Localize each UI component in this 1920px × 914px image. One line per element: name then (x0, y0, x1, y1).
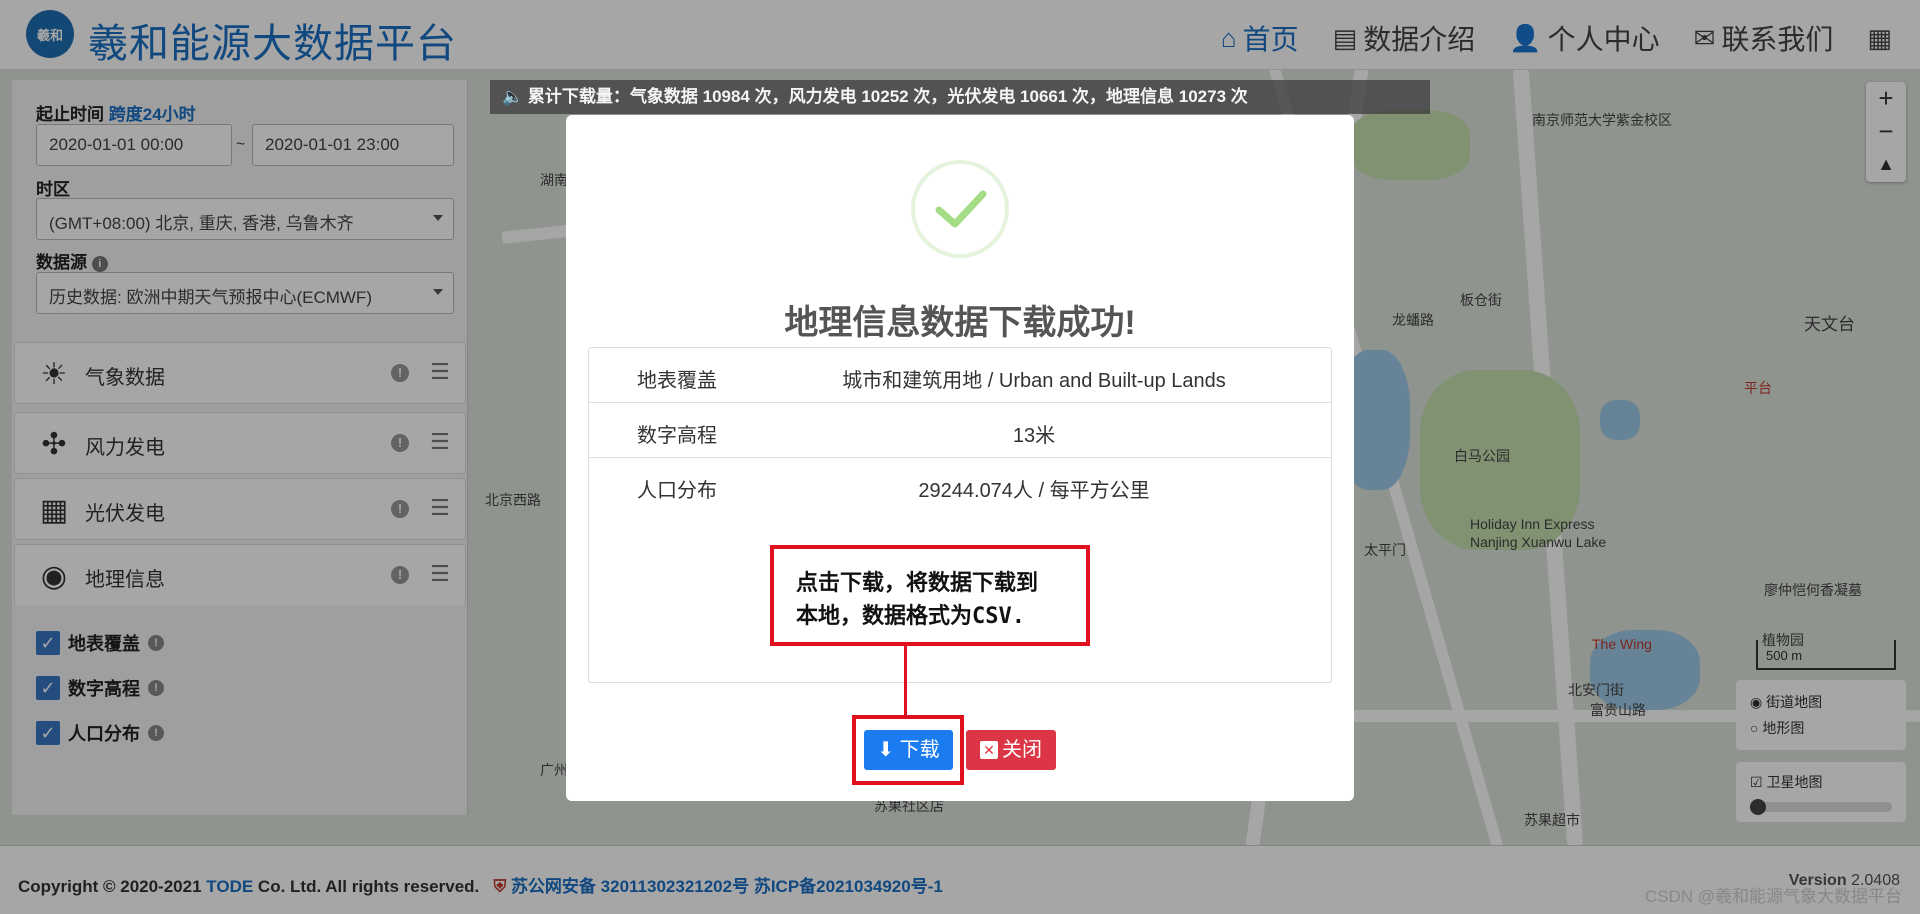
annotation-callout: 点击下载，将数据下载到 本地，数据格式为CSV. (770, 545, 1090, 646)
csdn-watermark: CSDN @羲和能源气象大数据平台 (1644, 887, 1902, 906)
table-row: 地表覆盖 城市和建筑用地 / Urban and Built-up Lands (589, 348, 1331, 403)
modal-title: 地理信息数据下载成功! (784, 304, 1136, 342)
row-value: 29244.074人 / 每平方公里 (918, 480, 1150, 502)
row-value: 城市和建筑用地 / Urban and Built-up Lands (842, 370, 1226, 392)
success-check-icon (911, 160, 1009, 258)
row-key: 地表覆盖 (637, 370, 717, 392)
annotation-connector (904, 646, 907, 716)
table-row: 人口分布 29244.074人 / 每平方公里 (589, 458, 1331, 513)
download-stats-ticker: 🔈 累计下载量：气象数据 10984 次，风力发电 10252 次，光伏发电 1… (490, 80, 1430, 114)
row-key: 数字高程 (637, 425, 717, 447)
table-row: 数字高程 13米 (589, 403, 1331, 458)
row-key: 人口分布 (637, 480, 717, 502)
modal-close-button[interactable]: ✕ 关闭 (966, 730, 1056, 770)
modal-download-button[interactable]: ⬇ 下载 (864, 730, 953, 770)
close-label: 关闭 (1002, 739, 1042, 761)
download-icon: ⬇ (877, 739, 895, 761)
close-icon: ✕ (980, 741, 998, 759)
row-value: 13米 (1012, 425, 1056, 447)
download-success-modal: 地理信息数据下载成功! 地表覆盖 城市和建筑用地 / Urban and Buil… (566, 115, 1354, 801)
download-label: 下载 (899, 739, 940, 761)
